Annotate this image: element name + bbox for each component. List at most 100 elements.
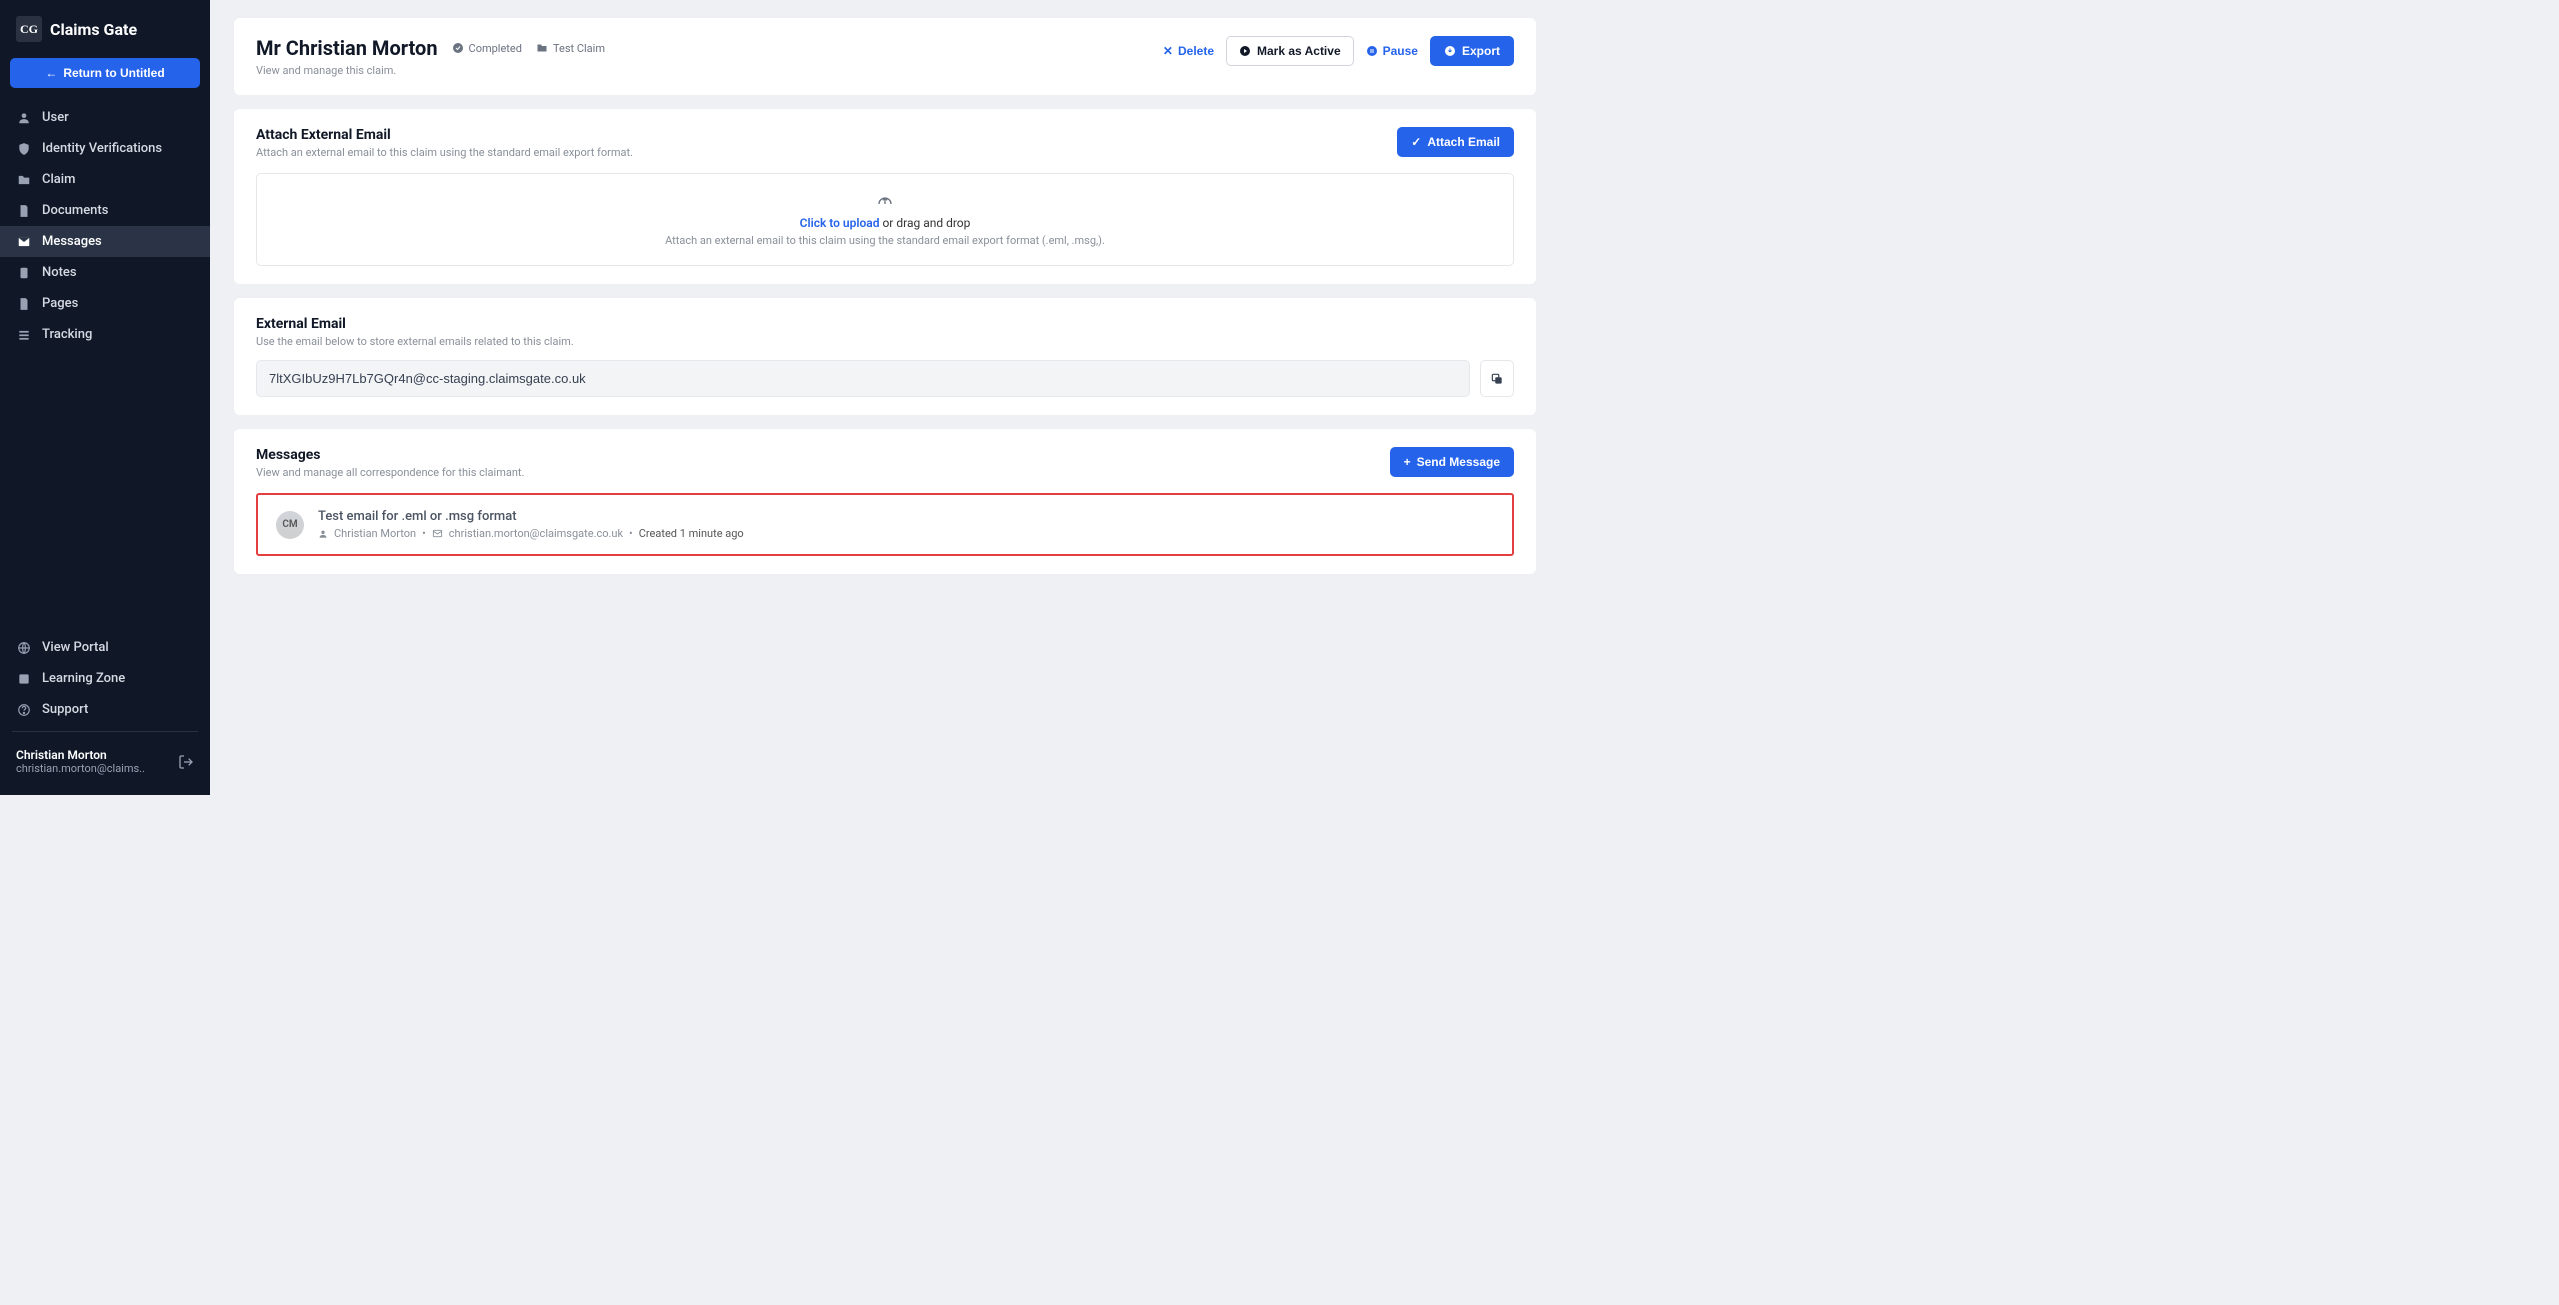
plus-icon: +	[1404, 455, 1411, 469]
user-footer: Christian Morton christian.morton@claims…	[0, 738, 210, 791]
arrow-left-icon: ←	[45, 66, 57, 80]
message-meta: Christian Morton • christian.morton@clai…	[318, 527, 744, 540]
sidebar-item-label: Identity Verifications	[42, 141, 162, 156]
status-text: Completed	[469, 42, 522, 55]
check-icon: ✓	[1411, 135, 1421, 149]
shield-icon	[16, 142, 32, 156]
return-button[interactable]: ← Return to Untitled	[10, 58, 200, 88]
nav: User Identity Verifications Claim Docume…	[0, 102, 210, 795]
dropzone-rest: or drag and drop	[879, 216, 970, 230]
claim-tag: Test Claim	[536, 42, 605, 55]
dropzone-line2: Attach an external email to this claim u…	[275, 234, 1495, 247]
external-sub: Use the email below to store external em…	[256, 335, 1514, 348]
sidebar-item-label: View Portal	[42, 640, 109, 655]
attach-sub: Attach an external email to this claim u…	[256, 146, 633, 159]
messages-card: Messages View and manage all corresponde…	[234, 429, 1536, 574]
message-created: Created 1 minute ago	[639, 527, 744, 540]
sidebar-item-user[interactable]: User	[0, 102, 210, 133]
export-button[interactable]: Export	[1430, 36, 1514, 66]
return-label: Return to Untitled	[63, 66, 164, 80]
sidebar-item-documents[interactable]: Documents	[0, 195, 210, 226]
sidebar-item-label: User	[42, 110, 69, 125]
message-subject: Test email for .eml or .msg format	[318, 509, 744, 524]
message-item[interactable]: CM Test email for .eml or .msg format Ch…	[256, 493, 1514, 556]
attach-card: Attach External Email Attach an external…	[234, 109, 1536, 284]
sidebar-item-messages[interactable]: Messages	[0, 226, 210, 257]
copy-icon	[1490, 372, 1504, 386]
sidebar-item-tracking[interactable]: Tracking	[0, 319, 210, 350]
messages-sub: View and manage all correspondence for t…	[256, 466, 524, 479]
message-author: Christian Morton	[334, 527, 416, 540]
list-icon	[16, 328, 32, 342]
pause-circle-icon	[1366, 45, 1378, 57]
sidebar-item-identity[interactable]: Identity Verifications	[0, 133, 210, 164]
sidebar: CG Claims Gate ← Return to Untitled User…	[0, 0, 210, 795]
sidebar-item-label: Pages	[42, 296, 78, 311]
divider	[12, 731, 198, 732]
dot: •	[422, 527, 426, 540]
globe-icon	[16, 641, 32, 655]
user-icon	[16, 111, 32, 125]
sidebar-item-view-portal[interactable]: View Portal	[0, 632, 210, 663]
mark-active-label: Mark as Active	[1257, 44, 1341, 58]
page-icon	[16, 297, 32, 311]
external-title: External Email	[256, 316, 1514, 332]
external-email-input[interactable]	[256, 360, 1470, 397]
user-small-icon	[318, 529, 328, 539]
footer-user-email: christian.morton@claims..	[16, 762, 145, 775]
mail-icon	[16, 235, 32, 249]
pause-label: Pause	[1383, 44, 1418, 58]
delete-button[interactable]: ✕ Delete	[1163, 44, 1214, 58]
download-circle-icon	[1444, 45, 1456, 57]
header-actions: ✕ Delete Mark as Active Pause	[1163, 36, 1514, 66]
page-subtitle: View and manage this claim.	[256, 64, 605, 77]
pause-button[interactable]: Pause	[1366, 44, 1418, 58]
sidebar-item-pages[interactable]: Pages	[0, 288, 210, 319]
attach-title: Attach External Email	[256, 127, 633, 143]
logout-icon[interactable]	[178, 754, 194, 770]
folder-icon	[16, 173, 32, 187]
export-label: Export	[1462, 44, 1500, 58]
copy-button[interactable]	[1480, 360, 1514, 397]
dot: •	[629, 527, 633, 540]
main: Mr Christian Morton Completed Test Claim	[210, 0, 1560, 795]
clipboard-icon	[16, 266, 32, 280]
dropzone-line1: Click to upload or drag and drop	[275, 216, 1495, 230]
header-card: Mr Christian Morton Completed Test Claim	[234, 18, 1536, 95]
external-email-card: External Email Use the email below to st…	[234, 298, 1536, 415]
sidebar-item-label: Messages	[42, 234, 102, 249]
sidebar-item-claim[interactable]: Claim	[0, 164, 210, 195]
book-icon	[16, 672, 32, 686]
delete-label: Delete	[1178, 44, 1214, 58]
close-icon: ✕	[1163, 44, 1173, 58]
sidebar-item-support[interactable]: Support	[0, 694, 210, 725]
messages-title: Messages	[256, 447, 524, 463]
sidebar-item-label: Learning Zone	[42, 671, 125, 686]
upload-dropzone[interactable]: Click to upload or drag and drop Attach …	[256, 173, 1514, 266]
page-title: Mr Christian Morton	[256, 36, 438, 60]
upload-cloud-icon	[275, 192, 1495, 210]
sidebar-item-learning[interactable]: Learning Zone	[0, 663, 210, 694]
sidebar-item-notes[interactable]: Notes	[0, 257, 210, 288]
send-message-button[interactable]: + Send Message	[1390, 447, 1514, 477]
status-badge: Completed	[452, 42, 522, 55]
file-icon	[16, 204, 32, 218]
attach-email-label: Attach Email	[1427, 135, 1500, 149]
sidebar-item-label: Tracking	[42, 327, 92, 342]
play-circle-icon	[1239, 45, 1251, 57]
attach-email-button[interactable]: ✓ Attach Email	[1397, 127, 1514, 157]
click-to-upload-link[interactable]: Click to upload	[800, 216, 880, 230]
mark-active-button[interactable]: Mark as Active	[1226, 36, 1354, 66]
logo-mark: CG	[16, 16, 42, 42]
brand-name: Claims Gate	[50, 20, 137, 39]
message-from: christian.morton@claimsgate.co.uk	[449, 527, 623, 540]
avatar: CM	[276, 511, 304, 539]
folder-small-icon	[536, 42, 548, 54]
question-icon	[16, 703, 32, 717]
logo: CG Claims Gate	[0, 0, 210, 58]
sidebar-item-label: Claim	[42, 172, 75, 187]
mail-small-icon	[432, 528, 443, 539]
sidebar-item-label: Notes	[42, 265, 77, 280]
claim-tag-text: Test Claim	[553, 42, 605, 55]
check-circle-icon	[452, 42, 464, 54]
